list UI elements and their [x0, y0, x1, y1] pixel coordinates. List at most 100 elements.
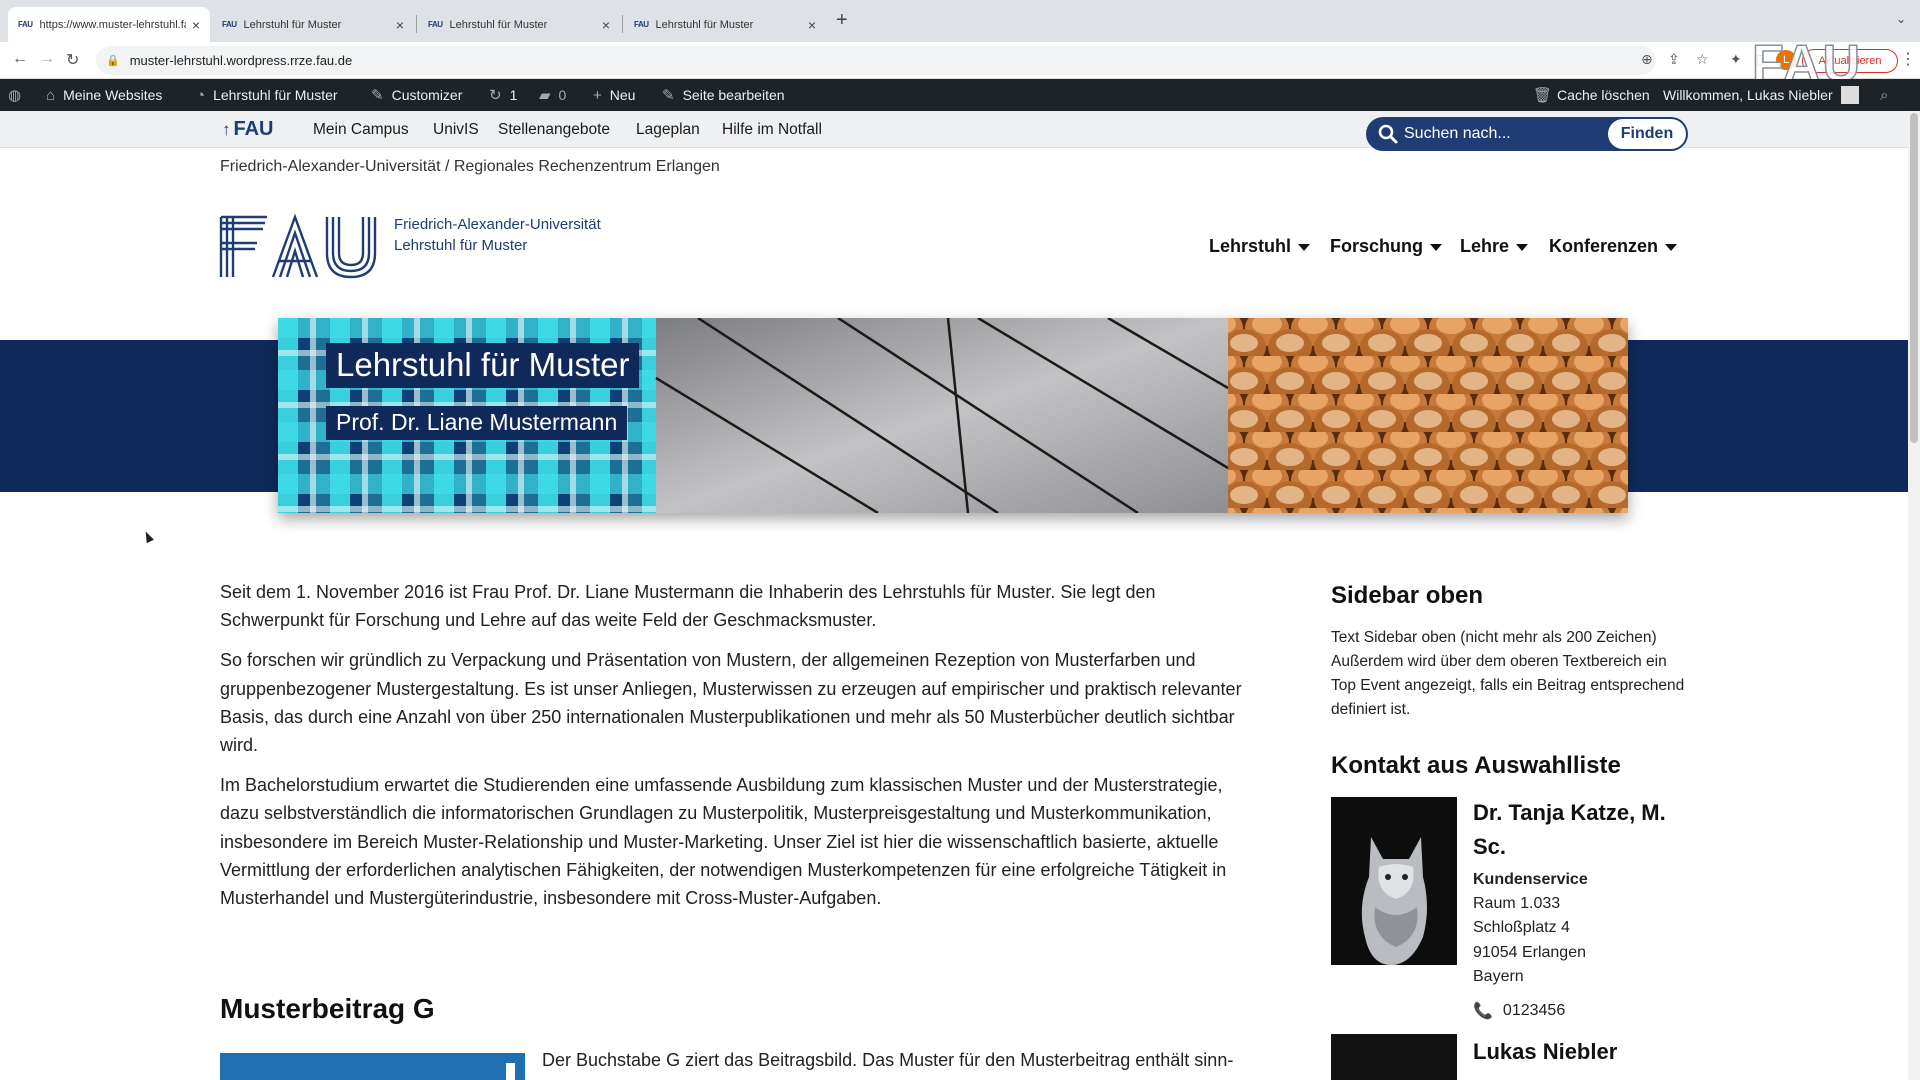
site-name-menu[interactable]: ◔ Lehrstuhl für Muster	[196, 79, 338, 111]
tab-separator	[416, 15, 417, 33]
search-input[interactable]	[1404, 121, 1624, 147]
lock-icon: 🔒	[106, 55, 120, 67]
scrollbar-thumb[interactable]	[1910, 113, 1918, 443]
teaching-paragraph: Im Bachelorstudium erwartet die Studiere…	[220, 775, 1227, 909]
reload-icon[interactable]: ↻	[66, 50, 79, 70]
comments-count: 0	[558, 87, 567, 103]
search-submit-button[interactable]: Finden	[1608, 119, 1686, 149]
meta-link-lageplan[interactable]: Lageplan	[636, 121, 700, 139]
contact-department: Kundenservice	[1473, 871, 1588, 888]
caret-down-icon	[1665, 243, 1678, 251]
welcome-label: Willkommen, Lukas Niebler	[1663, 87, 1833, 103]
updates-link[interactable]: ↻ 1	[489, 79, 517, 111]
fau-favicon-icon: FAU	[428, 20, 443, 29]
main-content: Seit dem 1. November 2016 ist Frau Prof.…	[220, 578, 1260, 924]
share-icon[interactable]: ⇪	[1668, 51, 1680, 68]
contact-region: Bayern	[1473, 967, 1524, 985]
contact-details: Kundenservice Raum 1.033 Schloßplatz 4 9…	[1473, 868, 1588, 989]
brush-icon: ✎	[371, 87, 384, 104]
contact-room: Raum 1.033	[1473, 895, 1561, 913]
zoom-icon[interactable]: ⊕	[1641, 51, 1653, 68]
intro-paragraph: Seit dem 1. November 2016 ist Frau Prof.…	[220, 582, 1156, 631]
close-tab-icon[interactable]: ×	[602, 17, 610, 33]
close-tab-icon[interactable]: ×	[396, 17, 404, 33]
meta-link-mein-campus[interactable]: Mein Campus	[313, 121, 409, 139]
page-scrollbar[interactable]	[1908, 111, 1920, 1080]
main-nav-label: Konferenzen	[1549, 236, 1659, 256]
my-sites-menu[interactable]: ⌂ Meine Websites	[46, 79, 162, 111]
bookmark-star-icon[interactable]: ☆	[1696, 51, 1709, 68]
fau-home-label: FAU	[233, 118, 274, 140]
contact-photo	[1331, 1034, 1457, 1080]
back-icon[interactable]: ←	[12, 50, 28, 68]
caret-down-icon	[1430, 243, 1442, 251]
org-line-chair: Lehrstuhl für Muster	[394, 237, 528, 254]
sidebar-heading-contact: Kontakt aus Auswahlliste	[1331, 752, 1621, 779]
updates-icon: ↻	[489, 87, 502, 104]
contact-name[interactable]: Lukas Niebler	[1473, 1035, 1703, 1069]
contact-name[interactable]: Dr. Tanja Katze, M. Sc.	[1473, 796, 1703, 864]
side-panel-icon[interactable]: ▯	[1756, 51, 1764, 68]
browser-tab-bar: FAU https://www.muster-lehrstuhl.fau... …	[0, 0, 1920, 42]
fau-logo[interactable]	[219, 213, 381, 279]
sidebar-heading-top: Sidebar oben	[1331, 582, 1484, 609]
search-icon	[1378, 124, 1398, 144]
comments-link[interactable]: ▰ 0	[539, 79, 566, 111]
tab-title: Lehrstuhl für Muster	[655, 18, 754, 31]
close-tab-icon[interactable]: ×	[808, 17, 816, 33]
browser-menu-icon[interactable]: ⋮	[1900, 49, 1916, 69]
tab-title: Lehrstuhl für Muster	[449, 18, 548, 31]
admin-search-icon[interactable]: ⌕	[1880, 79, 1888, 111]
customizer-link[interactable]: ✎ Customizer	[371, 79, 462, 111]
arrow-up-icon: ↑	[222, 120, 231, 139]
updates-count: 1	[509, 87, 518, 103]
breadcrumb[interactable]: Friedrich-Alexander-Universität / Region…	[220, 158, 720, 176]
main-nav-label: Lehrstuhl	[1209, 236, 1292, 256]
new-tab-icon[interactable]: +	[836, 9, 848, 32]
fau-home-link[interactable]: ↑ FAU	[222, 118, 274, 141]
browser-tab[interactable]: FAU Lehrstuhl für Muster ×	[418, 7, 620, 42]
meta-link-hilfe-im-notfall[interactable]: Hilfe im Notfall	[722, 121, 822, 139]
clear-cache-link[interactable]: 🗑 Cache löschen	[1533, 79, 1650, 111]
research-paragraph: So forschen wir gründlich zu Verpackung …	[220, 650, 1242, 756]
my-sites-label: Meine Websites	[63, 87, 163, 103]
new-content-menu[interactable]: + Neu	[593, 79, 635, 111]
main-nav-lehrstuhl[interactable]: Lehrstuhl	[1209, 236, 1311, 257]
meta-link-univis[interactable]: UnivIS	[433, 121, 479, 139]
customizer-label: Customizer	[391, 87, 463, 103]
profile-avatar[interactable]: L	[1776, 50, 1796, 70]
extensions-puzzle-icon[interactable]: ✦	[1730, 51, 1742, 68]
post-thumbnail[interactable]	[220, 1053, 525, 1080]
close-tab-icon[interactable]: ×	[192, 17, 200, 33]
edit-page-link[interactable]: ✎ Seite bearbeiten	[662, 79, 785, 111]
main-nav-label: Forschung	[1330, 236, 1423, 256]
contact-street: Schloßplatz 4	[1473, 919, 1570, 937]
wordpress-logo-icon[interactable]: ◍	[8, 79, 21, 111]
browser-tab[interactable]: FAU https://www.muster-lehrstuhl.fau... …	[8, 7, 210, 42]
main-nav-lehre[interactable]: Lehre	[1460, 236, 1529, 257]
post-title[interactable]: Musterbeitrag G	[220, 993, 435, 1025]
post-thumbnail-mark	[506, 1063, 515, 1080]
fau-favicon-icon: FAU	[634, 20, 649, 29]
browser-tab[interactable]: FAU Lehrstuhl für Muster ×	[624, 7, 826, 42]
pencil-icon: ✎	[662, 87, 675, 104]
account-menu[interactable]: Willkommen, Lukas Niebler	[1663, 79, 1859, 111]
main-nav-label: Lehre	[1460, 236, 1510, 256]
mouse-cursor	[142, 529, 154, 544]
org-line-university: Friedrich-Alexander-Universität	[394, 216, 601, 233]
phone-icon: 📞	[1473, 1003, 1493, 1020]
browser-tab[interactable]: FAU Lehrstuhl für Muster ×	[212, 7, 414, 42]
main-nav-forschung[interactable]: Forschung	[1330, 236, 1442, 257]
forward-icon[interactable]: →	[39, 50, 55, 68]
caret-down-icon	[1298, 243, 1311, 251]
address-bar[interactable]: 🔒 muster-lehrstuhl.wordpress.rrze.fau.de	[96, 46, 1656, 75]
update-button[interactable]: Aktualisieren	[1802, 49, 1898, 73]
meta-link-stellenangebote[interactable]: Stellenangebote	[498, 121, 610, 139]
main-nav-konferenzen[interactable]: Konferenzen	[1549, 236, 1678, 257]
site-name-label: Lehrstuhl für Muster	[213, 87, 338, 103]
plus-icon: +	[593, 86, 602, 104]
new-label: Neu	[609, 87, 636, 103]
chevron-down-icon[interactable]: ⌄	[1896, 12, 1906, 26]
contact-phone[interactable]: 📞 0123456	[1473, 1001, 1565, 1021]
caret-down-icon	[1516, 243, 1529, 251]
